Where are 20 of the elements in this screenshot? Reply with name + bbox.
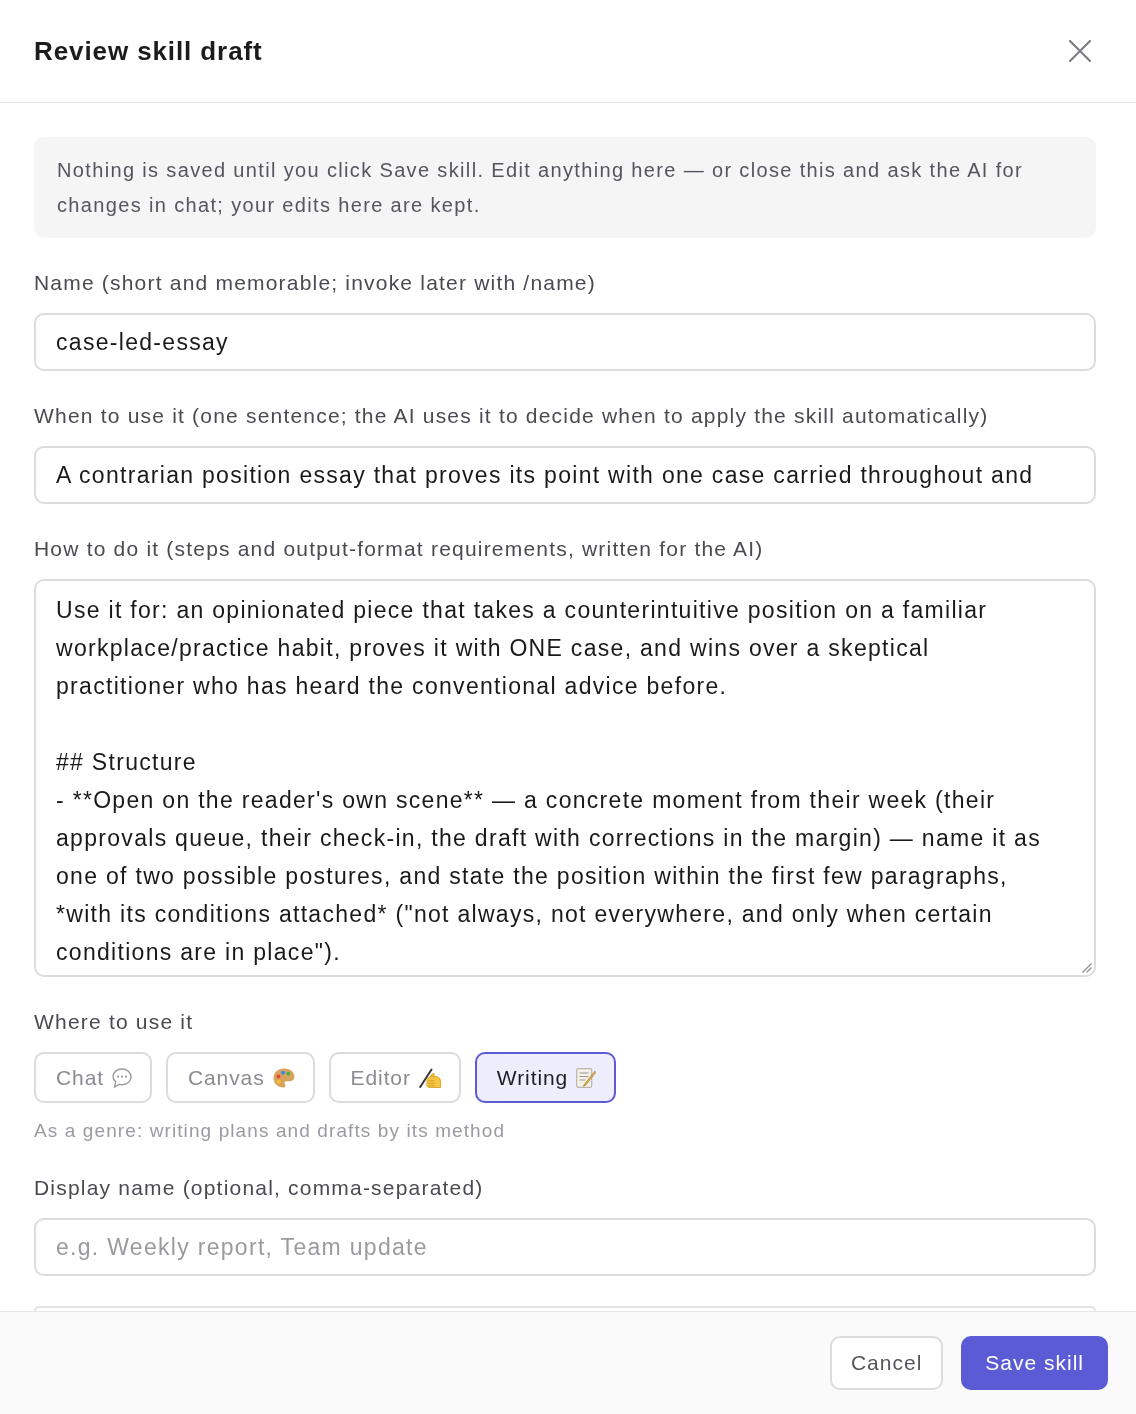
field-label: How to do it (steps and output-format requirements, written for the AI) bbox=[34, 536, 764, 562]
field-label: Name (short and memorable; invoke later with /name) bbox=[34, 270, 596, 296]
option-toggle[interactable]: Writing bbox=[474, 1052, 617, 1103]
palette-icon bbox=[272, 1067, 295, 1088]
textarea-field[interactable]: Use it for: an opinionated piece that takes a counterintuitive position on a familiar workplace/practice habit, proves it with ONE case, and wins over a skeptical practitioner who has heard the conventional advice before. ## Structure - **Open on the reader's own scene** — a concrete moment from their week (their approvals queue, their check-in, the draft with corrections in the margin) — name it as one of two possible postures, and state the position within the first few paragraphs, *with its conditions attached* ("not always, not everywhere, and only when certain conditions are in place"). bbox=[34, 579, 1096, 977]
writing-hand-icon bbox=[418, 1067, 441, 1088]
field-label: Display name (optional, comma-separated) bbox=[34, 1175, 484, 1201]
field-label: When to use it (one sentence; the AI uses it to decide when to apply the skill automatically) bbox=[34, 403, 989, 429]
input-field[interactable]: case-led-essay bbox=[34, 313, 1096, 371]
dialog-title: Review skill draft bbox=[34, 35, 263, 67]
memo-pencil-icon bbox=[576, 1067, 597, 1088]
close-icon bbox=[1068, 39, 1092, 63]
input-field[interactable]: A contrarian position essay that proves its point with one case carried throughout and bbox=[34, 446, 1096, 504]
field-label: Where to use it bbox=[34, 1009, 194, 1035]
cancel-button[interactable]: Cancel bbox=[829, 1336, 944, 1390]
hint-text: As a genre: writing plans and drafts by its method bbox=[34, 1119, 506, 1143]
resize-grip-icon[interactable] bbox=[1082, 963, 1092, 973]
info-notice: Nothing is saved until you click Save skill. Edit anything here — or close this and ask the AI for changes in chat; your edits here are kept. bbox=[34, 137, 1096, 238]
speech-bubble-icon bbox=[111, 1067, 132, 1088]
save-button[interactable]: Save skill bbox=[961, 1336, 1108, 1390]
